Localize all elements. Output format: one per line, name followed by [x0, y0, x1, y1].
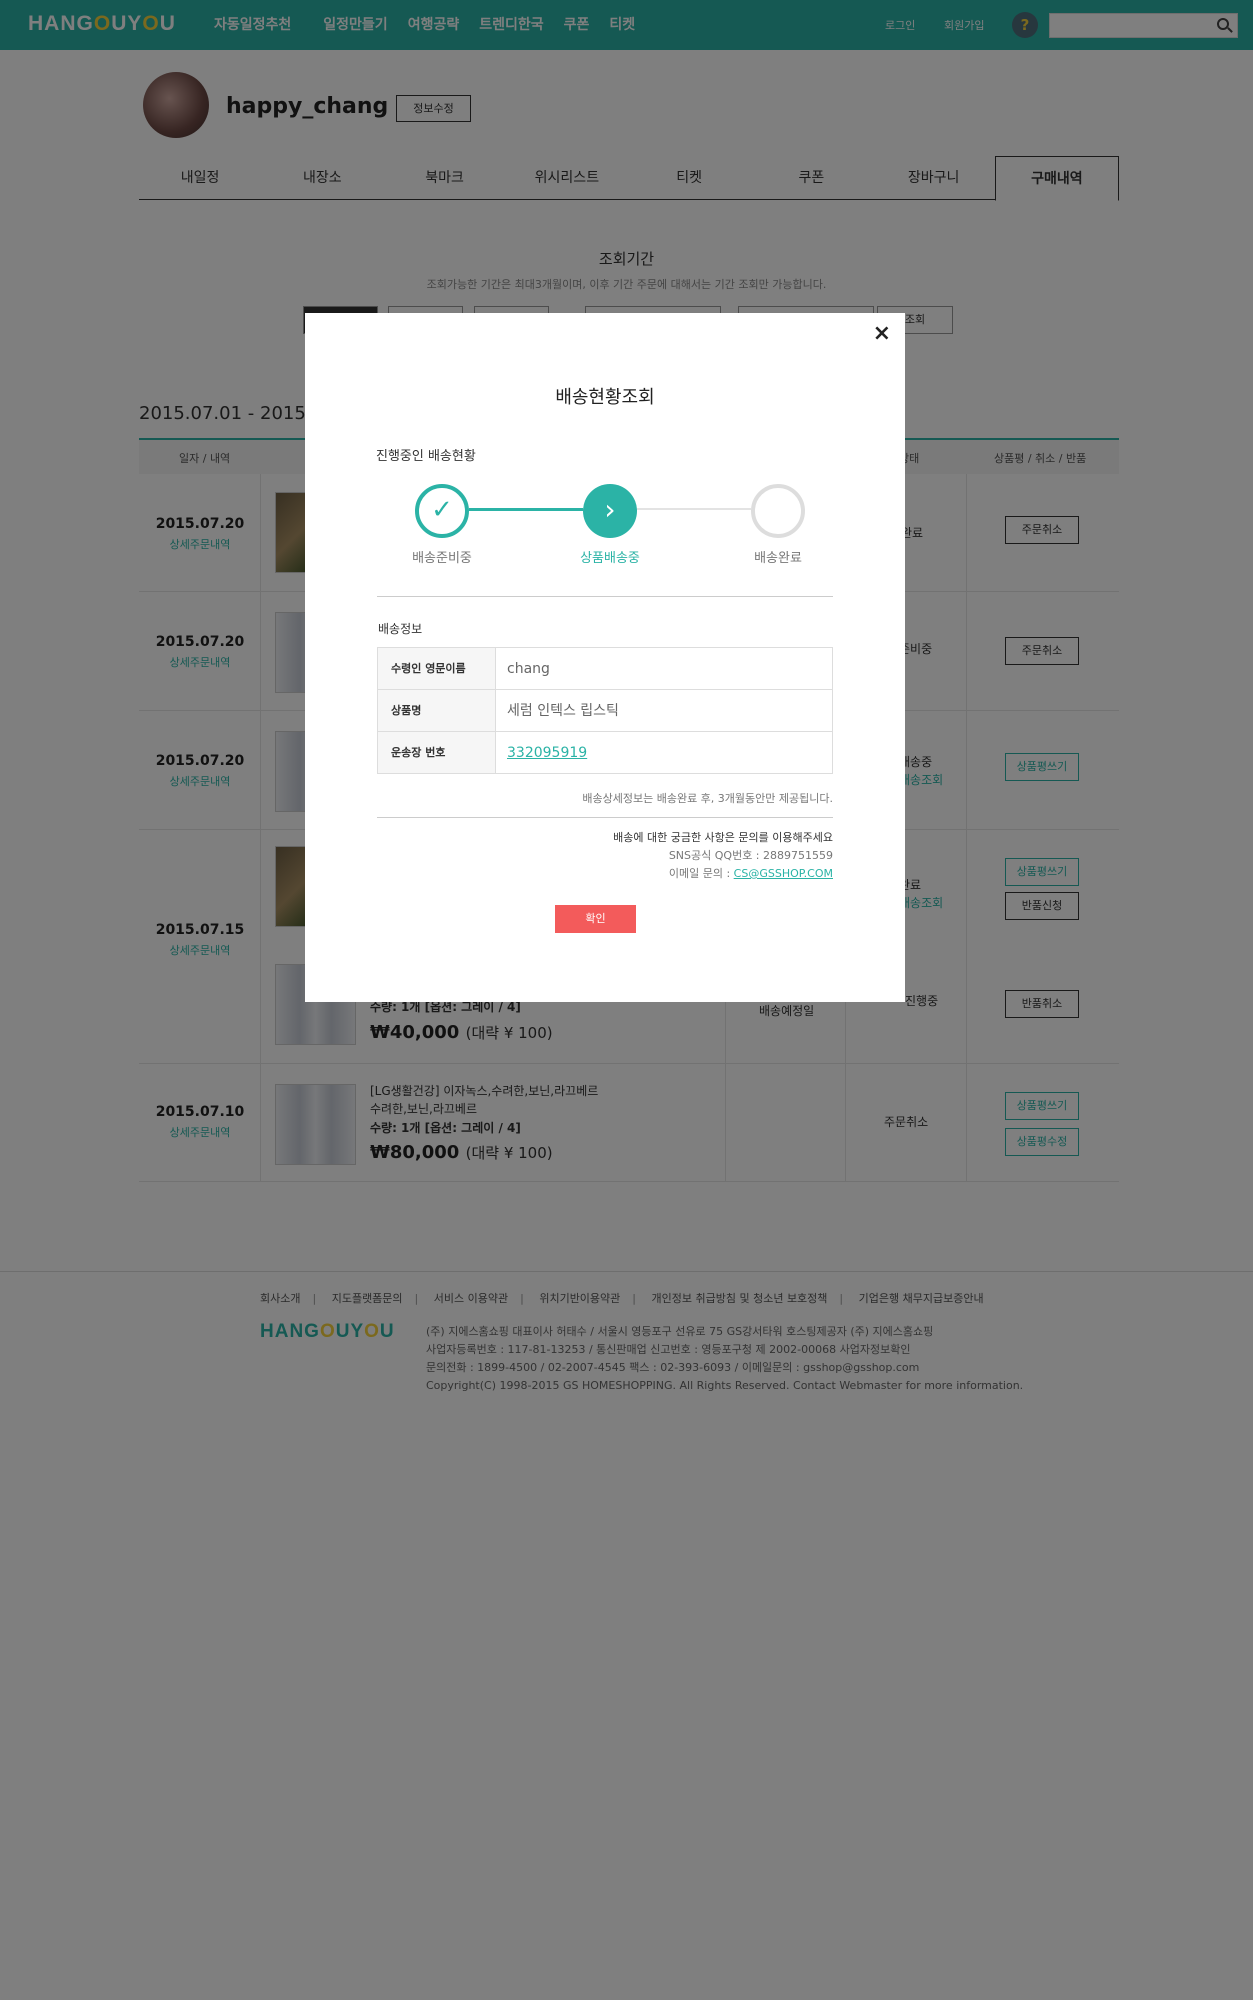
step-delivered: 배송완료 — [754, 551, 802, 566]
check-icon: ✓ — [415, 484, 469, 538]
info-row-tracking: 운송장 번호 332095919 — [377, 732, 833, 774]
modal-title: 배송현황조회 — [555, 387, 655, 408]
progress-line-pending — [637, 508, 751, 510]
progress-line-done — [469, 508, 583, 511]
shipping-info-title: 배송정보 — [378, 622, 423, 636]
tracking-number-link[interactable]: 332095919 — [496, 732, 832, 773]
pending-step-icon — [751, 484, 805, 538]
shipping-note: 배송상세정보는 배송완료 후, 3개월동안만 제공됩니다. — [582, 792, 833, 805]
modal-divider — [377, 817, 833, 818]
shipping-status-modal: × 배송현황조회 진행중인 배송현황 ✓ › 배송준비중 상품배송중 배송완료 … — [305, 313, 905, 1002]
modal-divider — [377, 596, 833, 597]
step-preparing: 배송준비중 — [412, 551, 472, 566]
email-inquiry: 이메일 문의 : CS@GSSHOP.COM — [668, 867, 833, 880]
step-shipping: 상품배송중 — [580, 551, 640, 566]
chevron-right-icon: › — [583, 484, 637, 538]
progress-title: 진행중인 배송현황 — [376, 449, 476, 464]
inquiry-text: 배송에 대한 궁금한 사항은 문의를 이용해주세요 — [613, 831, 833, 844]
confirm-button[interactable]: 확인 — [555, 905, 636, 933]
email-link[interactable]: CS@GSSHOP.COM — [734, 867, 833, 880]
close-icon[interactable]: × — [873, 321, 891, 346]
sns-qq-number: SNS공식 QQ번호 : 2889751559 — [668, 849, 833, 862]
info-row-recipient: 수령인 영문이름 chang — [377, 648, 833, 690]
shipping-info-table: 수령인 영문이름 chang 상품명 세럼 인텍스 립스틱 운송장 번호 332… — [377, 647, 833, 774]
info-row-product: 상품명 세럼 인텍스 립스틱 — [377, 690, 833, 732]
